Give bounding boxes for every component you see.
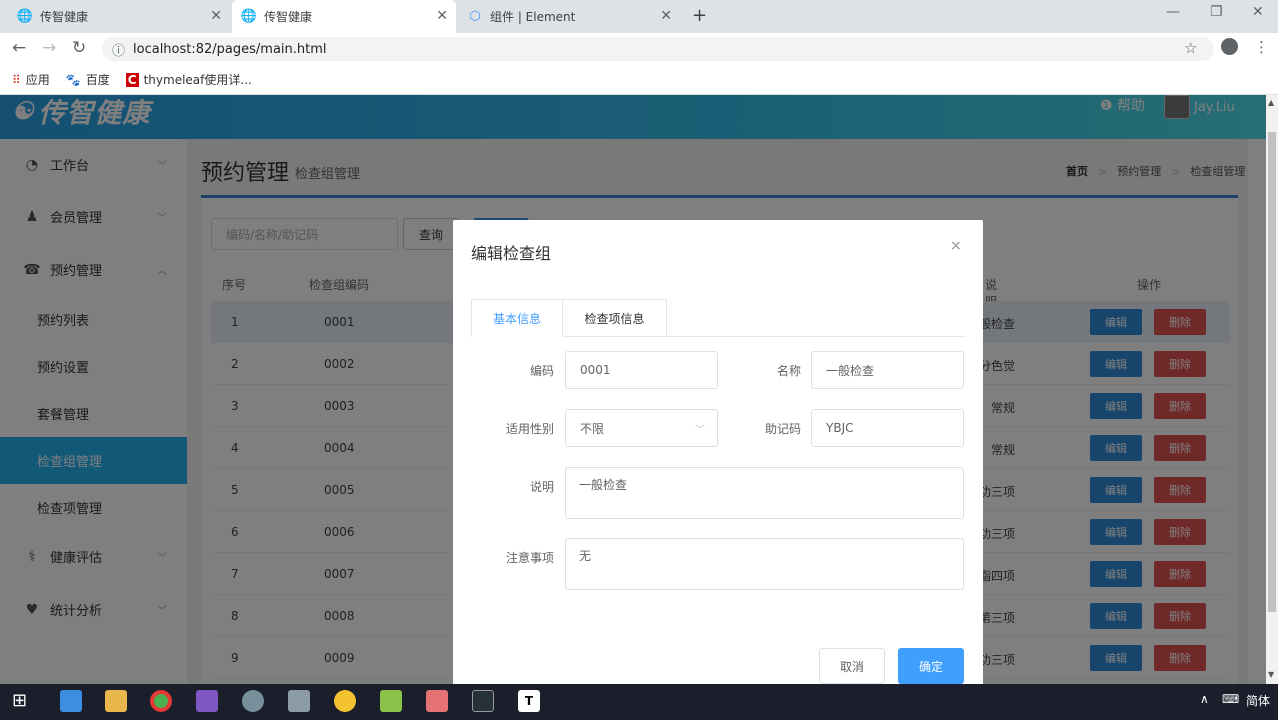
cancel-button[interactable]: 取消 bbox=[819, 648, 885, 684]
tab-title: 传智健康 bbox=[264, 10, 313, 24]
baidu-paw-icon: 🐾 bbox=[65, 72, 81, 87]
close-icon[interactable]: ✕ bbox=[210, 8, 222, 24]
file-explorer-icon[interactable] bbox=[105, 690, 127, 712]
attention-label: 注意事项 bbox=[505, 551, 554, 565]
dialog-title: 编辑检查组 bbox=[471, 244, 552, 263]
forward-icon[interactable]: → bbox=[42, 38, 56, 58]
bookmark-apps[interactable]: ⠿ 应用 bbox=[12, 71, 50, 88]
terminal-icon[interactable] bbox=[472, 690, 494, 712]
new-tab-button[interactable]: + bbox=[692, 5, 707, 26]
name-label: 名称 bbox=[776, 364, 801, 378]
close-icon[interactable]: ✕ bbox=[660, 8, 672, 24]
url-field[interactable]: ⓘ localhost:82/pages/main.html bbox=[102, 37, 1214, 61]
helpcode-label: 助记码 bbox=[764, 422, 801, 436]
confirm-button[interactable]: 确定 bbox=[898, 648, 964, 684]
chrome-icon[interactable] bbox=[150, 690, 172, 712]
scroll-down-icon[interactable]: ▼ bbox=[1268, 670, 1274, 679]
browser-tab-1[interactable]: 🌐 传智健康 ✕ bbox=[8, 0, 230, 33]
input-icon[interactable]: ⌨ bbox=[1222, 692, 1239, 706]
info-icon: ⓘ bbox=[112, 43, 126, 59]
sex-select[interactable]: 不限 ﹀ bbox=[565, 409, 718, 447]
app-icon[interactable] bbox=[242, 690, 264, 712]
element-logo-icon: ⬡ bbox=[469, 9, 481, 24]
code-label: 编码 bbox=[529, 364, 554, 378]
language-indicator[interactable]: 简体 bbox=[1246, 692, 1270, 709]
edit-dialog bbox=[453, 220, 983, 690]
desktop-app-icon[interactable] bbox=[60, 690, 82, 712]
minimize-icon[interactable]: — bbox=[1166, 4, 1180, 20]
sex-select-value: 不限 bbox=[580, 421, 605, 436]
star-icon[interactable]: ☆ bbox=[1184, 39, 1197, 57]
bookmark-label: 应用 bbox=[25, 73, 50, 87]
bookmark-label: 百度 bbox=[85, 73, 110, 87]
url-text: localhost:82/pages/main.html bbox=[133, 41, 327, 57]
app-icon[interactable] bbox=[334, 690, 356, 712]
apps-grid-icon: ⠿ bbox=[12, 72, 21, 87]
restore-icon[interactable]: ❐ bbox=[1210, 4, 1223, 20]
globe-icon: 🌐 bbox=[16, 9, 34, 24]
scrollbar-thumb[interactable] bbox=[1268, 132, 1276, 612]
typora-icon[interactable]: T bbox=[518, 690, 540, 712]
reload-icon[interactable]: ↻ bbox=[72, 38, 86, 58]
bookmarks-bar: ⠿ 应用 🐾 百度 Cthymeleaf使用详... bbox=[0, 65, 1278, 95]
chevron-down-icon: ﹀ bbox=[695, 424, 705, 436]
back-icon[interactable]: ← bbox=[12, 38, 26, 58]
notepad-icon[interactable] bbox=[380, 690, 402, 712]
sex-label: 适用性别 bbox=[505, 422, 554, 436]
bookmark-c-icon: C bbox=[125, 72, 139, 87]
globe-icon: 🌐 bbox=[240, 9, 258, 24]
bookmark-thymeleaf[interactable]: Cthymeleaf使用详... bbox=[125, 71, 252, 88]
tab-checkitem-info[interactable]: 检查项信息 bbox=[562, 299, 667, 337]
browser-tab-3[interactable]: ⬡ 组件 | Element ✕ bbox=[458, 0, 680, 33]
scroll-up-icon[interactable]: ▲ bbox=[1268, 98, 1274, 107]
window-close-icon[interactable]: ✕ bbox=[1252, 4, 1264, 20]
bookmark-baidu[interactable]: 🐾 百度 bbox=[66, 71, 110, 88]
tab-title: 传智健康 bbox=[40, 10, 89, 24]
name-field[interactable]: 一般检查 bbox=[811, 351, 964, 389]
windows-start-icon[interactable]: ⊞ bbox=[12, 690, 27, 711]
tab-basic-info[interactable]: 基本信息 bbox=[471, 299, 563, 337]
profile-icon[interactable] bbox=[1221, 38, 1238, 55]
code-field[interactable]: 0001 bbox=[565, 351, 718, 389]
app-icon[interactable] bbox=[426, 690, 448, 712]
browser-tab-2[interactable]: 🌐 传智健康 ✕ bbox=[232, 0, 456, 33]
menu-dots-icon[interactable]: ⋮ bbox=[1254, 38, 1269, 56]
remark-textarea[interactable]: 一般检查 bbox=[565, 467, 964, 519]
app-icon[interactable] bbox=[288, 690, 310, 712]
tray-up-icon[interactable]: ∧ bbox=[1200, 692, 1209, 706]
close-icon[interactable]: × bbox=[950, 238, 962, 254]
remark-label: 说明 bbox=[529, 480, 554, 494]
close-icon[interactable]: ✕ bbox=[436, 8, 448, 24]
attention-textarea[interactable]: 无 bbox=[565, 538, 964, 590]
intellij-icon[interactable] bbox=[196, 690, 218, 712]
helpcode-field[interactable]: YBJC bbox=[811, 409, 964, 447]
taskbar bbox=[0, 684, 1278, 720]
bookmark-label: thymeleaf使用详... bbox=[143, 73, 252, 87]
tab-title: 组件 | Element bbox=[490, 10, 576, 24]
